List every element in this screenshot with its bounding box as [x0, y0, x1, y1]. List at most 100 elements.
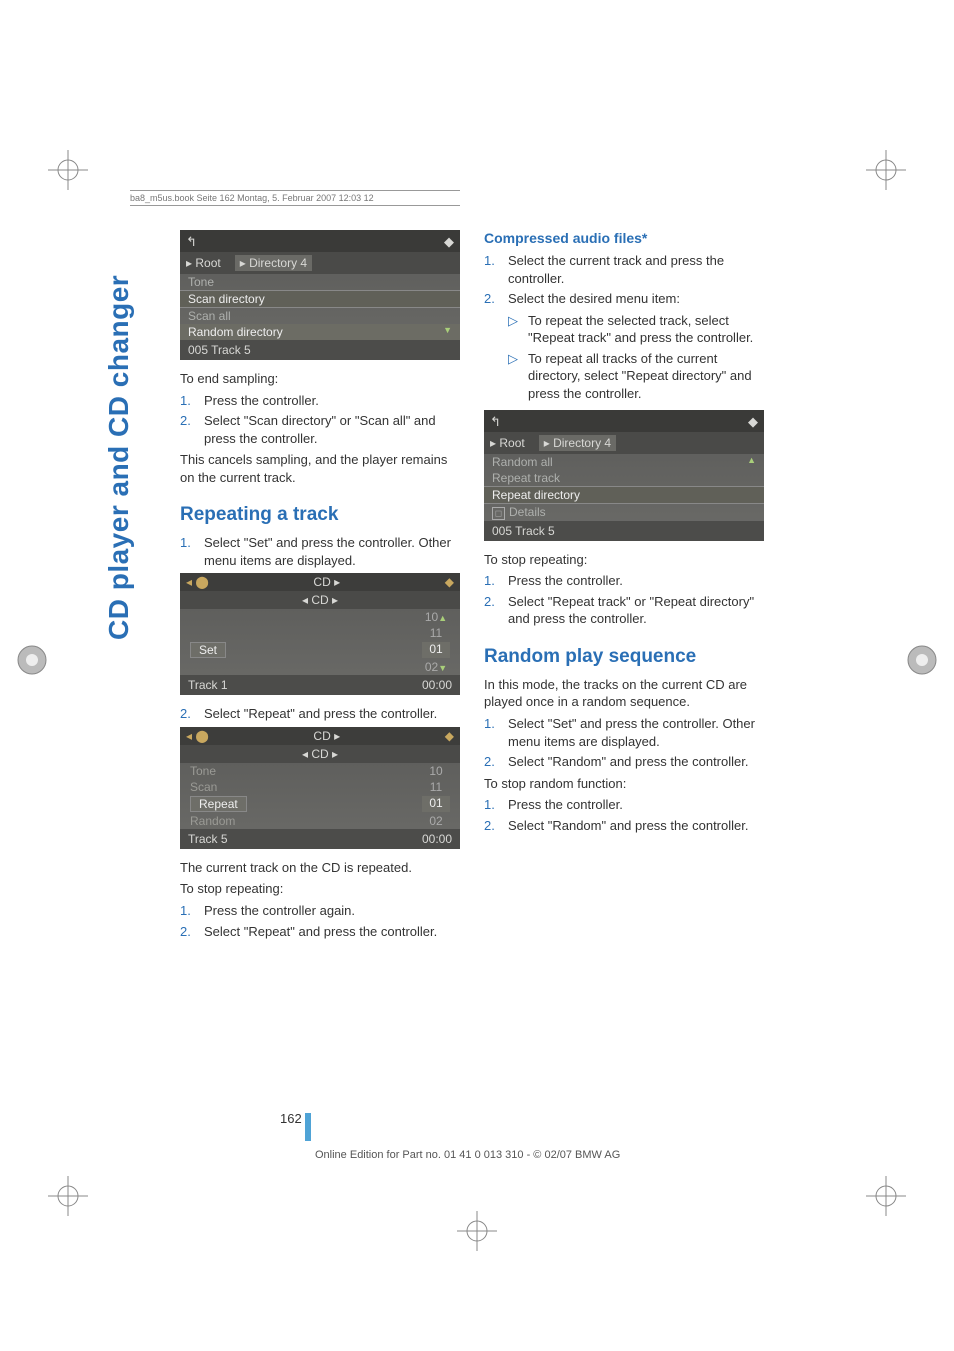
- right-glyph: ◆: [439, 575, 460, 589]
- bullet-text: To repeat all tracks of the current dire…: [528, 350, 764, 403]
- section-heading-random: Random play sequence: [484, 646, 764, 668]
- breadcrumb-root: ▸ Root: [490, 436, 525, 450]
- menu-item-details: ◻Details: [484, 504, 764, 520]
- breadcrumb-directory: ▸ Directory 4: [235, 255, 312, 271]
- step-item: 1. Press the controller.: [180, 392, 460, 410]
- subheading-compressed: Compressed audio files*: [484, 230, 764, 246]
- track-indicator: Track 1: [188, 678, 228, 692]
- step-item: 2. Select "Repeat" and press the controll…: [180, 923, 460, 941]
- breadcrumb-root: ▸ Root: [186, 256, 221, 270]
- menu-item-repeat: Repeat: [190, 796, 247, 812]
- step-number: 1.: [180, 392, 194, 410]
- cd-label: CD ▸: [313, 575, 340, 589]
- menu-item-tone: Tone: [190, 764, 216, 778]
- print-header: ba8_m5us.book Seite 162 Montag, 5. Febru…: [130, 190, 460, 206]
- step-number: 2.: [484, 817, 498, 835]
- step-text: Select the current track and press the c…: [508, 252, 764, 287]
- track-number: 02: [422, 814, 450, 828]
- step-number: 1.: [484, 252, 498, 287]
- track-number: 10▲: [422, 610, 450, 624]
- step-text: Press the controller.: [508, 796, 623, 814]
- section-heading-repeating: Repeating a track: [180, 504, 460, 526]
- body-text: To stop repeating:: [180, 880, 460, 898]
- crop-mark-icon: [48, 150, 88, 190]
- crop-mark-icon: [48, 1176, 88, 1216]
- menu-item-scan-directory: Scan directory: [180, 290, 460, 308]
- track-indicator: Track 5: [188, 832, 228, 846]
- menu-item-tone: Tone: [180, 274, 460, 290]
- crop-mark-icon: [866, 150, 906, 190]
- checkbox-icon: ◻: [492, 507, 505, 520]
- step-number: 1.: [484, 796, 498, 814]
- track-number: 11: [422, 780, 450, 794]
- cd-sublabel: ◂ CD ▸: [180, 745, 460, 763]
- body-text: To stop repeating:: [484, 551, 764, 569]
- step-item: 1.Press the controller.: [484, 572, 764, 590]
- body-text: This cancels sampling, and the player re…: [180, 451, 460, 486]
- step-text: Select "Repeat" and press the controller…: [204, 923, 437, 941]
- menu-item-scan-all: Scan all: [180, 308, 460, 324]
- step-number: 2.: [180, 923, 194, 941]
- menu-item-set: Set: [190, 642, 226, 658]
- track-number: 11: [422, 626, 450, 640]
- dot-icon: ◆: [748, 414, 758, 430]
- step-text: Select "Set" and press the controller. O…: [204, 534, 460, 569]
- cd-label: CD ▸: [313, 729, 340, 743]
- step-text: Select "Repeat track" or "Repeat directo…: [508, 593, 764, 628]
- step-text: Select the desired menu item:: [508, 291, 680, 306]
- left-column: ↰ ◆ ▸ Root ▸ Directory 4 Tone Scan directo…: [180, 230, 460, 944]
- breadcrumb-directory: ▸ Directory 4: [539, 435, 616, 451]
- step-item: 1. Select "Set" and press the controller.…: [180, 534, 460, 569]
- time-indicator: 00:00: [422, 678, 452, 692]
- left-glyph: ◂ ⬤: [180, 729, 215, 743]
- idrive-screenshot-repeat: ◂ ⬤CD ▸◆ ◂ CD ▸ Tone10 Scan11 Repeat01 R…: [180, 727, 460, 849]
- track-indicator: 005 Track 5: [492, 524, 555, 538]
- footer-copyright: Online Edition for Part no. 01 41 0 013 …: [315, 1149, 620, 1161]
- step-item: 2.Select "Random" and press the controll…: [484, 817, 764, 835]
- step-item: 2. Select the desired menu item: ▷To rep…: [484, 290, 764, 406]
- track-number: 01: [422, 796, 450, 812]
- step-item: 2.Select "Scan directory" or "Scan all" …: [180, 412, 460, 447]
- right-column: Compressed audio files* 1. Select the cur…: [484, 230, 764, 944]
- body-text: In this mode, the tracks on the current …: [484, 676, 764, 711]
- step-text: Press the controller.: [204, 392, 319, 410]
- back-icon: ↰: [186, 234, 197, 250]
- step-number: 2.: [180, 705, 194, 723]
- body-text: To stop random function:: [484, 775, 764, 793]
- menu-item-repeat-track: Repeat track: [484, 470, 764, 486]
- sub-bullet: ▷To repeat all tracks of the current dir…: [508, 350, 764, 403]
- crop-mark-icon: [866, 1176, 906, 1216]
- back-icon: ↰: [490, 414, 501, 430]
- idrive-screenshot-set: ◂ ⬤CD ▸◆ ◂ CD ▸ 10▲ 11 Set01 02▼ Track 1…: [180, 573, 460, 695]
- page-number: 162: [280, 1111, 302, 1126]
- menu-item-random-all: Random all▲: [484, 454, 764, 470]
- left-glyph: ◂ ⬤: [180, 575, 215, 589]
- idrive-screenshot-scan: ↰◆ ▸ Root▸ Directory 4 Tone Scan directo…: [180, 230, 460, 360]
- chevron-up-icon: ▲: [747, 455, 756, 469]
- step-number: 1.: [180, 534, 194, 569]
- menu-item-random-directory: Random directory▼: [180, 324, 460, 340]
- step-number: 1.: [484, 572, 498, 590]
- crop-mark-icon: [457, 1211, 497, 1251]
- step-number: 2.: [484, 593, 498, 628]
- chevron-down-icon: ▼: [438, 663, 447, 673]
- accent-bar: [305, 1113, 311, 1141]
- step-item: 1. Select the current track and press the…: [484, 252, 764, 287]
- idrive-screenshot-repeat-dir: ↰ ◆ ▸ Root ▸ Directory 4 Random all▲ Repea…: [484, 410, 764, 540]
- triangle-bullet-icon: ▷: [508, 312, 518, 347]
- step-number: 2.: [484, 753, 498, 771]
- step-item: 1.Press the controller again.: [180, 902, 460, 920]
- step-text: Press the controller again.: [204, 902, 355, 920]
- side-tab-title: CD player and CD changer: [100, 220, 138, 640]
- body-text: To end sampling:: [180, 370, 460, 388]
- step-item: 2. Select "Repeat track" or "Repeat direc…: [484, 593, 764, 628]
- step-text: Select "Repeat" and press the controller…: [204, 705, 437, 723]
- menu-item-repeat-directory: Repeat directory: [484, 486, 764, 504]
- step-item: 1.Select "Set" and press the controller.…: [484, 715, 764, 750]
- track-number: 10: [422, 764, 450, 778]
- body-text: The current track on the CD is repeated.: [180, 859, 460, 877]
- track-number: 02▼: [422, 660, 450, 674]
- menu-item-random: Random: [190, 814, 235, 828]
- time-indicator: 00:00: [422, 832, 452, 846]
- sub-bullet: ▷To repeat the selected track, select "R…: [508, 312, 764, 347]
